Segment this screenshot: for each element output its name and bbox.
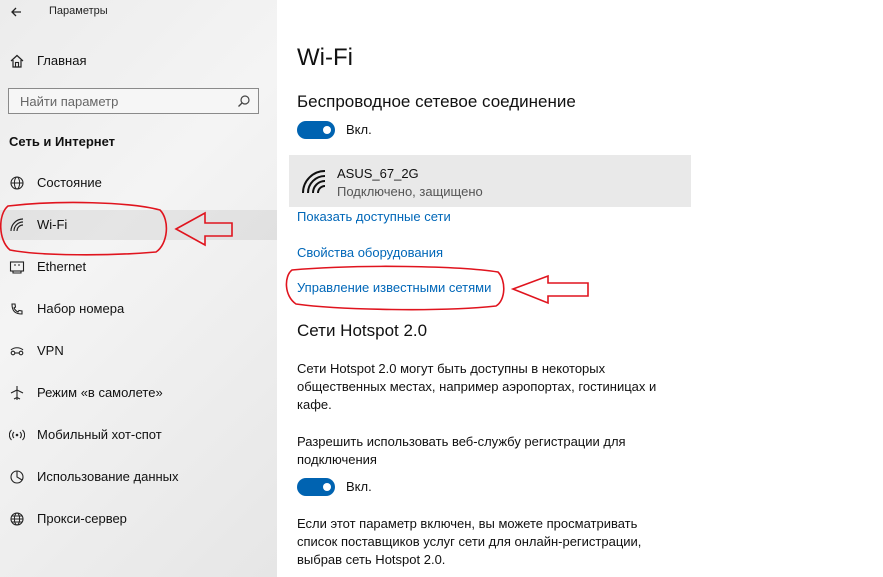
hotspot-icon xyxy=(9,429,25,441)
sidebar-item-hotspot[interactable]: Мобильный хот-спот xyxy=(0,420,277,450)
sidebar-item-label: Wi-Fi xyxy=(37,217,68,232)
registration-toggle[interactable] xyxy=(297,478,337,496)
sidebar: Параметры Главная Найти параметр Сеть и … xyxy=(0,0,277,577)
sidebar-item-label: VPN xyxy=(37,343,64,358)
search-icon xyxy=(238,95,250,107)
wifi-signal-icon xyxy=(302,170,326,194)
hardware-properties-link[interactable]: Свойства оборудования xyxy=(297,245,443,260)
sidebar-item-vpn[interactable]: VPN xyxy=(0,336,277,366)
sidebar-item-airplane[interactable]: Режим «в самолете» xyxy=(0,378,277,408)
proxy-globe-icon xyxy=(10,512,24,526)
sidebar-item-status[interactable]: Состояние xyxy=(0,168,277,198)
toggle-knob xyxy=(323,126,331,134)
nav-home[interactable]: Главная xyxy=(0,46,277,76)
registration-label: Разрешить использовать веб-службу регист… xyxy=(297,434,626,467)
dialup-icon xyxy=(11,303,23,315)
title-bar: Параметры xyxy=(0,0,277,26)
sidebar-item-ethernet[interactable]: Ethernet xyxy=(0,252,277,282)
show-networks-link[interactable]: Показать доступные сети xyxy=(297,209,451,224)
sidebar-item-dialup[interactable]: Набор номера xyxy=(0,294,277,324)
sidebar-item-wifi[interactable]: Wi-Fi xyxy=(0,210,277,240)
wifi-icon xyxy=(10,218,24,232)
back-arrow-icon xyxy=(11,7,21,17)
home-icon xyxy=(10,54,24,68)
registration-description: Если этот параметр включен, вы можете пр… xyxy=(297,516,642,567)
wireless-toggle-state: Вкл. xyxy=(346,122,372,137)
vpn-icon xyxy=(10,347,24,356)
network-name: ASUS_67_2G xyxy=(337,166,419,181)
network-card[interactable]: ASUS_67_2G Подключено, защищено xyxy=(289,155,691,207)
airplane-icon xyxy=(10,386,24,400)
sidebar-item-label: Набор номера xyxy=(37,301,125,316)
page-title: Wi-Fi xyxy=(297,44,353,71)
sidebar-item-proxy[interactable]: Прокси-сервер xyxy=(0,504,277,534)
sidebar-item-data-usage[interactable]: Использование данных xyxy=(0,462,277,492)
wireless-heading: Беспроводное сетевое соединение xyxy=(297,92,576,111)
globe-icon xyxy=(10,176,24,190)
sidebar-item-label: Режим «в самолете» xyxy=(37,385,163,400)
main-content: Wi-Fi Беспроводное сетевое соединение Вк… xyxy=(277,0,883,577)
wireless-toggle[interactable] xyxy=(297,121,337,139)
section-title: Сеть и Интернет xyxy=(9,134,116,149)
search-input[interactable]: Найти параметр xyxy=(8,88,259,114)
data-usage-icon xyxy=(10,470,24,484)
app-title: Параметры xyxy=(49,5,108,17)
sidebar-item-label: Состояние xyxy=(37,175,102,190)
nav-home-label: Главная xyxy=(37,53,87,68)
manage-known-networks-link[interactable]: Управление известными сетями xyxy=(297,280,491,295)
back-button[interactable] xyxy=(6,2,28,22)
sidebar-item-label: Мобильный хот-спот xyxy=(37,427,162,442)
hotspot-heading: Сети Hotspot 2.0 xyxy=(297,321,428,340)
registration-toggle-state: Вкл. xyxy=(346,479,372,494)
ethernet-icon xyxy=(9,261,25,274)
toggle-knob xyxy=(323,483,331,491)
sidebar-item-label: Ethernet xyxy=(37,259,87,274)
hotspot-description: Сети Hotspot 2.0 могут быть доступны в н… xyxy=(297,361,657,412)
sidebar-item-label: Прокси-сервер xyxy=(37,511,127,526)
network-status: Подключено, защищено xyxy=(337,184,483,199)
sidebar-item-label: Использование данных xyxy=(37,469,179,484)
search-placeholder: Найти параметр xyxy=(20,94,119,109)
